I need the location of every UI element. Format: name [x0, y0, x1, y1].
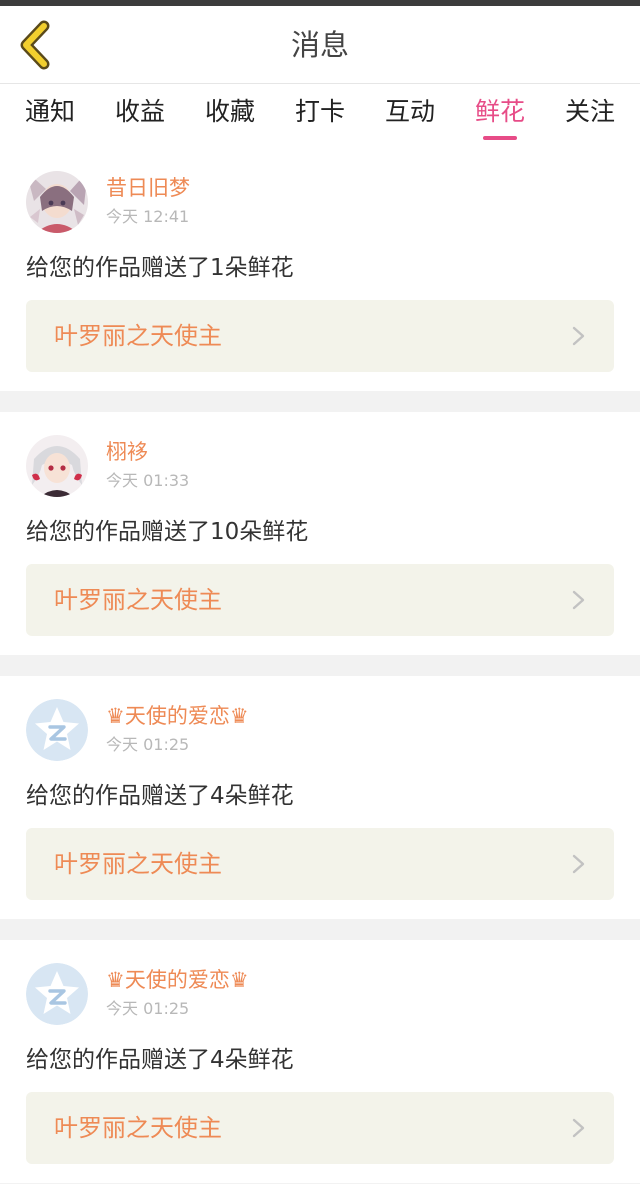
- tab-flowers[interactable]: 鲜花: [455, 84, 545, 148]
- message-card: ♛天使的爱恋♛ 今天 01:25 给您的作品赠送了4朵鲜花 叶罗丽之天使主: [0, 676, 640, 919]
- work-title: 叶罗丽之天使主: [54, 586, 222, 614]
- work-link-button[interactable]: 叶罗丽之天使主: [26, 1092, 614, 1164]
- work-link-button[interactable]: 叶罗丽之天使主: [26, 300, 614, 372]
- chevron-right-icon: [572, 854, 586, 874]
- tab-favorites[interactable]: 收藏: [185, 84, 275, 148]
- message-list: 昔日旧梦 今天 12:41 给您的作品赠送了1朵鲜花 叶罗丽之天使主 栩袳 今天…: [0, 148, 640, 1183]
- tab-notifications[interactable]: 通知: [5, 84, 95, 148]
- avatar[interactable]: [26, 435, 88, 497]
- work-link-button[interactable]: 叶罗丽之天使主: [26, 564, 614, 636]
- top-bar: 消息: [0, 6, 640, 84]
- message-text: 给您的作品赠送了10朵鲜花: [26, 519, 309, 545]
- username[interactable]: 栩袳: [106, 438, 148, 466]
- chevron-right-icon: [572, 326, 586, 346]
- tab-checkin[interactable]: 打卡: [275, 84, 365, 148]
- timestamp: 今天 01:25: [106, 735, 190, 754]
- tab-bar: 通知 收益 收藏 打卡 互动 鲜花 关注: [0, 84, 640, 148]
- work-title: 叶罗丽之天使主: [54, 850, 222, 878]
- timestamp: 今天 01:33: [106, 471, 190, 490]
- tab-earnings[interactable]: 收益: [95, 84, 185, 148]
- chevron-right-icon: [572, 590, 586, 610]
- avatar[interactable]: [26, 171, 88, 233]
- work-title: 叶罗丽之天使主: [54, 1114, 222, 1142]
- message-card: 昔日旧梦 今天 12:41 给您的作品赠送了1朵鲜花 叶罗丽之天使主: [0, 148, 640, 391]
- message-card: ♛天使的爱恋♛ 今天 01:25 给您的作品赠送了4朵鲜花 叶罗丽之天使主: [0, 940, 640, 1183]
- page-title: 消息: [290, 28, 349, 62]
- message-text: 给您的作品赠送了4朵鲜花: [26, 783, 294, 809]
- username[interactable]: ♛天使的爱恋♛: [106, 966, 249, 994]
- default-star-avatar-icon: [26, 699, 88, 761]
- anime-girl-avatar-icon: [26, 435, 88, 497]
- message-card: 栩袳 今天 01:33 给您的作品赠送了10朵鲜花 叶罗丽之天使主: [0, 412, 640, 655]
- username[interactable]: ♛天使的爱恋♛: [106, 702, 249, 730]
- tab-follows[interactable]: 关注: [545, 84, 635, 148]
- timestamp: 今天 12:41: [106, 207, 190, 226]
- work-title: 叶罗丽之天使主: [54, 322, 222, 350]
- anime-girl-avatar-icon: [26, 171, 88, 233]
- message-text: 给您的作品赠送了4朵鲜花: [26, 1047, 294, 1073]
- timestamp: 今天 01:25: [106, 999, 190, 1018]
- avatar[interactable]: [26, 699, 88, 761]
- username[interactable]: 昔日旧梦: [106, 174, 190, 202]
- tab-interactions[interactable]: 互动: [365, 84, 455, 148]
- work-link-button[interactable]: 叶罗丽之天使主: [26, 828, 614, 900]
- message-text: 给您的作品赠送了1朵鲜花: [26, 255, 294, 281]
- chevron-right-icon: [572, 1118, 586, 1138]
- default-star-avatar-icon: [26, 963, 88, 1025]
- avatar[interactable]: [26, 963, 88, 1025]
